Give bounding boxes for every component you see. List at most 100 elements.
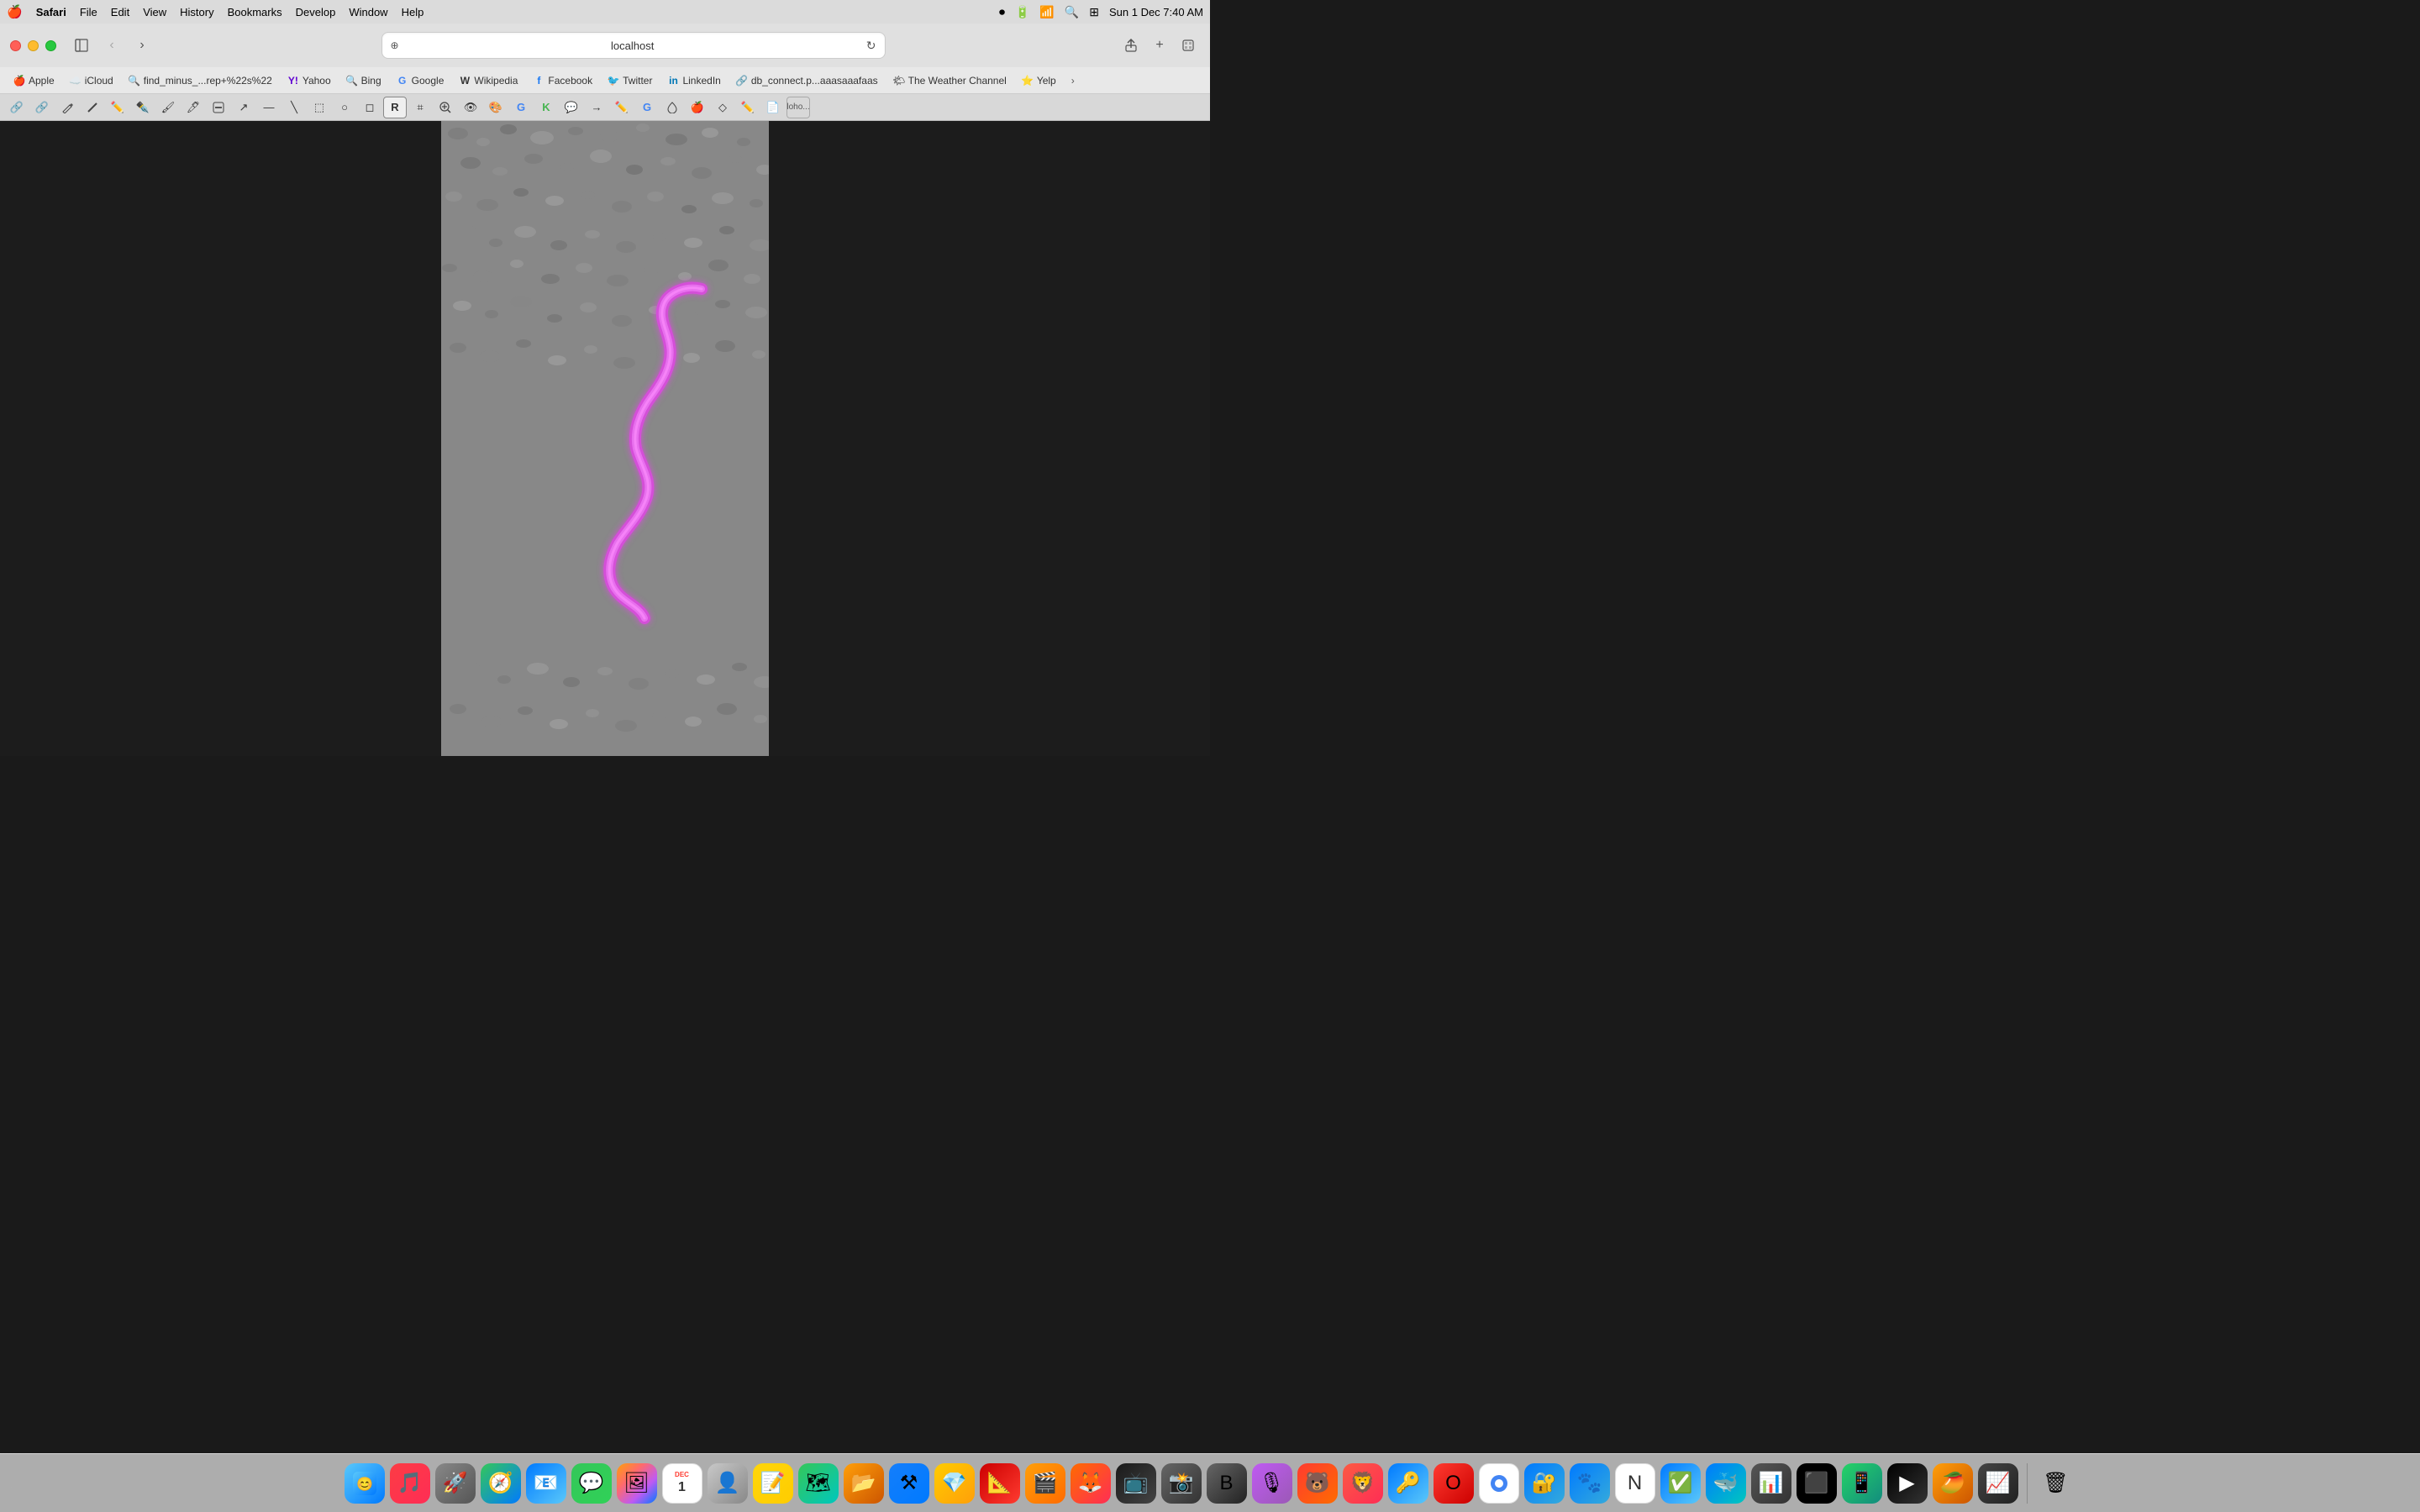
tool-arrow-right[interactable]: → — [585, 97, 608, 118]
tool-localhost[interactable]: loho... — [786, 97, 810, 118]
dock-messages[interactable]: 💬 — [571, 1463, 612, 1504]
bookmark-yelp[interactable]: ⭐ Yelp — [1015, 72, 1063, 89]
dock-notion[interactable]: N — [1615, 1463, 1655, 1504]
dock-photos[interactable]: 🖼 — [617, 1463, 657, 1504]
tool-stamp[interactable]: R — [383, 97, 407, 118]
tool-eye[interactable]: 👁 — [459, 97, 482, 118]
dock-terminal[interactable]: ⬛ — [1797, 1463, 1837, 1504]
fullscreen-button[interactable] — [45, 40, 56, 51]
dock-sketch[interactable]: 💎 — [934, 1463, 975, 1504]
bookmark-find[interactable]: 🔍 find_minus_...rep+%22s%22 — [122, 72, 279, 89]
tool-rect-select[interactable]: ⬚ — [308, 97, 331, 118]
bookmark-facebook[interactable]: f Facebook — [526, 72, 599, 89]
dock-whatsapp[interactable]: 📱 — [1842, 1463, 1882, 1504]
tool-brush1[interactable]: 🖌 — [156, 97, 180, 118]
dock-bear[interactable]: 🐻 — [1297, 1463, 1338, 1504]
bookmark-linkedin[interactable]: in LinkedIn — [660, 72, 727, 89]
dock-music[interactable]: 🎵 — [390, 1463, 430, 1504]
dock-screenshot[interactable]: 📸 — [1161, 1463, 1202, 1504]
dock-bjorn[interactable]: B — [1207, 1463, 1247, 1504]
tool-pen3[interactable]: ✏️ — [106, 97, 129, 118]
bookmark-twitter[interactable]: 🐦 Twitter — [601, 72, 659, 89]
tool-pen4[interactable]: ✒️ — [131, 97, 155, 118]
tool-pen6[interactable] — [660, 97, 684, 118]
search-menu-icon[interactable]: 🔍 — [1065, 5, 1079, 19]
dock-opera[interactable]: O — [1434, 1463, 1474, 1504]
tool-lasso[interactable]: ○ — [333, 97, 356, 118]
menu-help[interactable]: Help — [402, 6, 424, 18]
bookmark-weather[interactable]: 🌤 The Weather Channel — [886, 72, 1013, 89]
dock-finder[interactable]: 😊 — [345, 1463, 385, 1504]
back-button[interactable]: ‹ — [100, 34, 124, 57]
tool-eraser[interactable]: ◻ — [358, 97, 381, 118]
tool-g[interactable]: G — [509, 97, 533, 118]
bookmark-icloud[interactable]: ☁️ iCloud — [63, 72, 120, 89]
tabs-overview-button[interactable] — [1176, 34, 1200, 57]
tool-link[interactable]: 🔗 — [5, 97, 29, 118]
dock-xcode[interactable]: ⚒ — [889, 1463, 929, 1504]
dock-contacts[interactable]: 👤 — [708, 1463, 748, 1504]
minimize-button[interactable] — [28, 40, 39, 51]
dock-mango[interactable]: 🥭 — [1933, 1463, 1973, 1504]
dock-calendar[interactable]: DEC1 — [662, 1463, 702, 1504]
tool-k[interactable]: K — [534, 97, 558, 118]
dock-instastats[interactable]: 📈 — [1978, 1463, 2018, 1504]
tool-color-picker[interactable]: 🎨 — [484, 97, 508, 118]
menu-window[interactable]: Window — [349, 6, 387, 18]
bookmarks-more-button[interactable]: › — [1068, 72, 1078, 89]
dock-vlc[interactable]: 🎬 — [1025, 1463, 1065, 1504]
menu-develop[interactable]: Develop — [296, 6, 336, 18]
tool-brush2[interactable]: 🖊 — [182, 97, 205, 118]
tool-link2[interactable]: 🔗 — [30, 97, 54, 118]
tool-diamond[interactable]: ◇ — [711, 97, 734, 118]
menu-history[interactable]: History — [180, 6, 213, 18]
close-button[interactable] — [10, 40, 21, 51]
tool-arrow-up[interactable]: ↗ — [232, 97, 255, 118]
menu-safari[interactable]: Safari — [36, 6, 66, 18]
dock-safari[interactable]: 🧭 — [481, 1463, 521, 1504]
dock-mail[interactable]: 📧 — [526, 1463, 566, 1504]
controlcenter-icon[interactable]: ⊞ — [1089, 5, 1099, 19]
bookmark-google[interactable]: G Google — [390, 72, 451, 89]
apple-menu[interactable]: 🍎 — [7, 4, 23, 19]
dock-tv[interactable]: 📺 — [1116, 1463, 1156, 1504]
reload-button[interactable]: ↻ — [866, 39, 876, 53]
bookmark-bing[interactable]: 🔍 Bing — [339, 72, 388, 89]
dock-launchpad[interactable]: 🚀 — [435, 1463, 476, 1504]
forward-button[interactable]: › — [130, 34, 154, 57]
bookmark-yahoo[interactable]: Y! Yahoo — [281, 72, 338, 89]
new-tab-button[interactable]: + — [1148, 34, 1171, 57]
dock-kitematic[interactable]: 🐳 — [1706, 1463, 1746, 1504]
address-bar[interactable]: ⊕ localhost ↻ — [381, 32, 886, 59]
tool-line[interactable]: — — [257, 97, 281, 118]
tool-zoom-in[interactable] — [434, 97, 457, 118]
sidebar-toggle[interactable] — [70, 34, 93, 57]
tool-google2[interactable]: G — [635, 97, 659, 118]
dock-iina[interactable]: ▶ — [1887, 1463, 1928, 1504]
dock-notes[interactable]: 📝 — [753, 1463, 793, 1504]
menu-edit[interactable]: Edit — [111, 6, 129, 18]
dock-istat[interactable]: 📊 — [1751, 1463, 1791, 1504]
dock-firefox[interactable]: 🦊 — [1071, 1463, 1111, 1504]
dock-1password[interactable]: 🔑 — [1388, 1463, 1428, 1504]
tool-diagonal[interactable]: ╲ — [282, 97, 306, 118]
dock-maps[interactable]: 🗺 — [798, 1463, 839, 1504]
bookmark-apple[interactable]: 🍎 Apple — [7, 72, 61, 89]
dock-ftp[interactable]: 📂 — [844, 1463, 884, 1504]
menu-bookmarks[interactable]: Bookmarks — [228, 6, 282, 18]
bookmark-wikipedia[interactable]: W Wikipedia — [452, 72, 524, 89]
bookmark-db[interactable]: 🔗 db_connect.p...aaasaaafaas — [729, 72, 885, 89]
tool-file[interactable]: 📄 — [761, 97, 785, 118]
tool-crop[interactable]: ⌗ — [408, 97, 432, 118]
tool-pen1[interactable] — [55, 97, 79, 118]
dock-dashlane[interactable]: 🔐 — [1524, 1463, 1565, 1504]
dock-trash[interactable]: 🗑 — [2036, 1463, 2076, 1504]
share-button[interactable] — [1119, 34, 1143, 57]
menu-view[interactable]: View — [143, 6, 166, 18]
dock-affinity[interactable]: 📐 — [980, 1463, 1020, 1504]
dock-things[interactable]: ✅ — [1660, 1463, 1701, 1504]
tool-bubble[interactable]: 💬 — [560, 97, 583, 118]
dock-brave[interactable]: 🦁 — [1343, 1463, 1383, 1504]
menu-file[interactable]: File — [80, 6, 97, 18]
tool-pen5[interactable]: ✏️ — [610, 97, 634, 118]
